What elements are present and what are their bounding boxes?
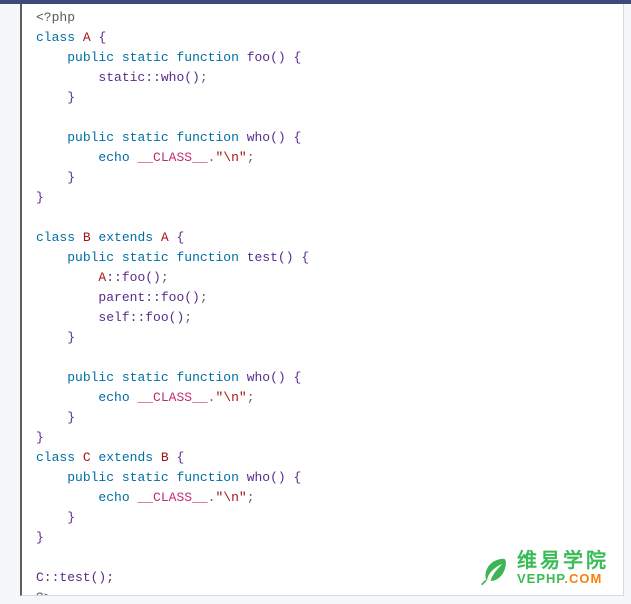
magic-constant: __CLASS__ (137, 150, 207, 165)
static-call: C::test(); (36, 570, 114, 585)
method-call: who (161, 70, 184, 85)
method-call: foo (161, 290, 184, 305)
keyword-echo: echo (98, 150, 129, 165)
string-literal: "\n" (215, 150, 246, 165)
function-name: test (247, 250, 278, 265)
keyword-public: public (67, 250, 114, 265)
method-call: foo (145, 310, 168, 325)
keyword-static: static (122, 50, 169, 65)
keyword-public: public (67, 370, 114, 385)
class-name: A (161, 230, 169, 245)
keyword-echo: echo (98, 490, 129, 505)
magic-constant: __CLASS__ (137, 490, 207, 505)
string-literal: "\n" (215, 490, 246, 505)
keyword-class: class (36, 450, 75, 465)
keyword-extends: extends (98, 450, 153, 465)
keyword-extends: extends (98, 230, 153, 245)
function-name: who (247, 470, 270, 485)
keyword-public: public (67, 50, 114, 65)
class-name: A (83, 30, 91, 45)
keyword-function: function (176, 470, 238, 485)
keyword-static: static (122, 470, 169, 485)
php-close-tag: ?> (36, 590, 52, 596)
identifier-parent: parent (98, 290, 145, 305)
class-name: B (83, 230, 91, 245)
method-call: foo (122, 270, 145, 285)
keyword-class: class (36, 30, 75, 45)
php-open-tag: <?php (36, 10, 75, 25)
function-name: who (247, 370, 270, 385)
keyword-function: function (176, 130, 238, 145)
keyword-function: function (176, 370, 238, 385)
string-literal: "\n" (215, 390, 246, 405)
function-name: foo (247, 50, 270, 65)
keyword-public: public (67, 470, 114, 485)
keyword-static: static (122, 250, 169, 265)
identifier-static: static (98, 70, 145, 85)
magic-constant: __CLASS__ (137, 390, 207, 405)
identifier-self: self (98, 310, 129, 325)
keyword-function: function (176, 50, 238, 65)
keyword-echo: echo (98, 390, 129, 405)
keyword-public: public (67, 130, 114, 145)
keyword-function: function (176, 250, 238, 265)
class-name: B (161, 450, 169, 465)
keyword-static: static (122, 130, 169, 145)
keyword-class: class (36, 230, 75, 245)
php-source-code: <?php class A { public static function f… (36, 8, 609, 596)
class-name: C (83, 450, 91, 465)
function-name: who (247, 130, 270, 145)
code-block: <?php class A { public static function f… (20, 4, 624, 596)
keyword-static: static (122, 370, 169, 385)
